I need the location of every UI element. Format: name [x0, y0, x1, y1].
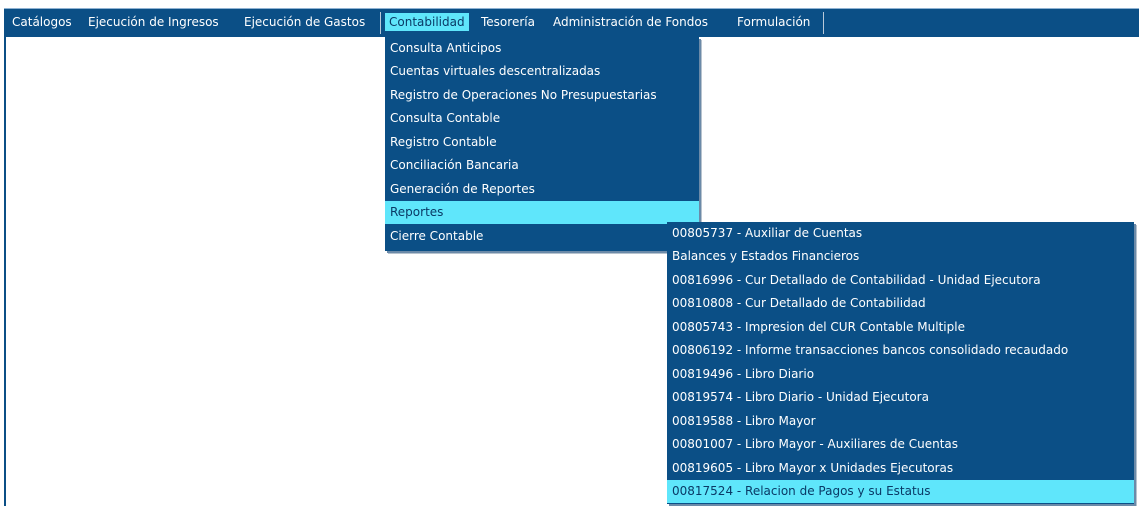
- menu-formulacion[interactable]: Formulación: [733, 13, 814, 31]
- menu-ejecucion-ingresos[interactable]: Ejecución de Ingresos: [84, 13, 223, 31]
- menubar-separator: [380, 12, 381, 34]
- menu-catalogos[interactable]: Catálogos: [8, 13, 76, 31]
- menu-contabilidad[interactable]: Contabilidad: [385, 13, 469, 31]
- main-menubar: Catálogos Ejecución de Ingresos Ejecució…: [4, 8, 1139, 37]
- submenu-item-relacion-pagos[interactable]: 00817524 - Relacion de Pagos y su Estatu…: [667, 480, 1134, 503]
- submenu-item-informe-transacciones[interactable]: 00806192 - Informe transacciones bancos …: [667, 339, 1134, 362]
- menu-item-cuentas-virtuales[interactable]: Cuentas virtuales descentralizadas: [385, 60, 699, 83]
- submenu-item-cur-detallado-ue[interactable]: 00816996 - Cur Detallado de Contabilidad…: [667, 269, 1134, 292]
- menu-item-consulta-anticipos[interactable]: Consulta Anticipos: [385, 37, 699, 60]
- menu-ejecucion-gastos[interactable]: Ejecución de Gastos: [240, 13, 369, 31]
- submenu-item-libro-diario[interactable]: 00819496 - Libro Diario: [667, 363, 1134, 386]
- menu-administracion-fondos[interactable]: Administración de Fondos: [549, 13, 712, 31]
- submenu-item-cur-detallado[interactable]: 00810808 - Cur Detallado de Contabilidad: [667, 292, 1134, 315]
- submenu-item-auxiliar-cuentas[interactable]: 00805737 - Auxiliar de Cuentas: [667, 222, 1134, 245]
- reportes-submenu: 00805737 - Auxiliar de Cuentas Balances …: [667, 222, 1134, 504]
- menu-tesoreria[interactable]: Tesorería: [477, 13, 539, 31]
- menu-item-reportes[interactable]: Reportes: [385, 201, 699, 224]
- submenu-item-libro-mayor-auxiliares[interactable]: 00801007 - Libro Mayor - Auxiliares de C…: [667, 433, 1134, 456]
- menu-item-registro-contable[interactable]: Registro Contable: [385, 131, 699, 154]
- menu-item-cierre-contable[interactable]: Cierre Contable: [385, 225, 699, 248]
- submenu-item-libro-mayor[interactable]: 00819588 - Libro Mayor: [667, 410, 1134, 433]
- menu-item-generacion-reportes[interactable]: Generación de Reportes: [385, 178, 699, 201]
- submenu-item-libro-diario-ue[interactable]: 00819574 - Libro Diario - Unidad Ejecuto…: [667, 386, 1134, 409]
- menu-item-conciliacion-bancaria[interactable]: Conciliación Bancaria: [385, 154, 699, 177]
- submenu-item-impresion-cur[interactable]: 00805743 - Impresion del CUR Contable Mu…: [667, 316, 1134, 339]
- submenu-item-libro-mayor-ue[interactable]: 00819605 - Libro Mayor x Unidades Ejecut…: [667, 457, 1134, 480]
- content-left-border: [4, 36, 6, 506]
- submenu-item-balances[interactable]: Balances y Estados Financieros: [667, 245, 1134, 268]
- menu-item-registro-no-presupuestarias[interactable]: Registro de Operaciones No Presupuestari…: [385, 84, 699, 107]
- menubar-separator: [823, 12, 824, 34]
- menu-item-consulta-contable[interactable]: Consulta Contable: [385, 107, 699, 130]
- contabilidad-dropdown: Consulta Anticipos Cuentas virtuales des…: [385, 37, 699, 251]
